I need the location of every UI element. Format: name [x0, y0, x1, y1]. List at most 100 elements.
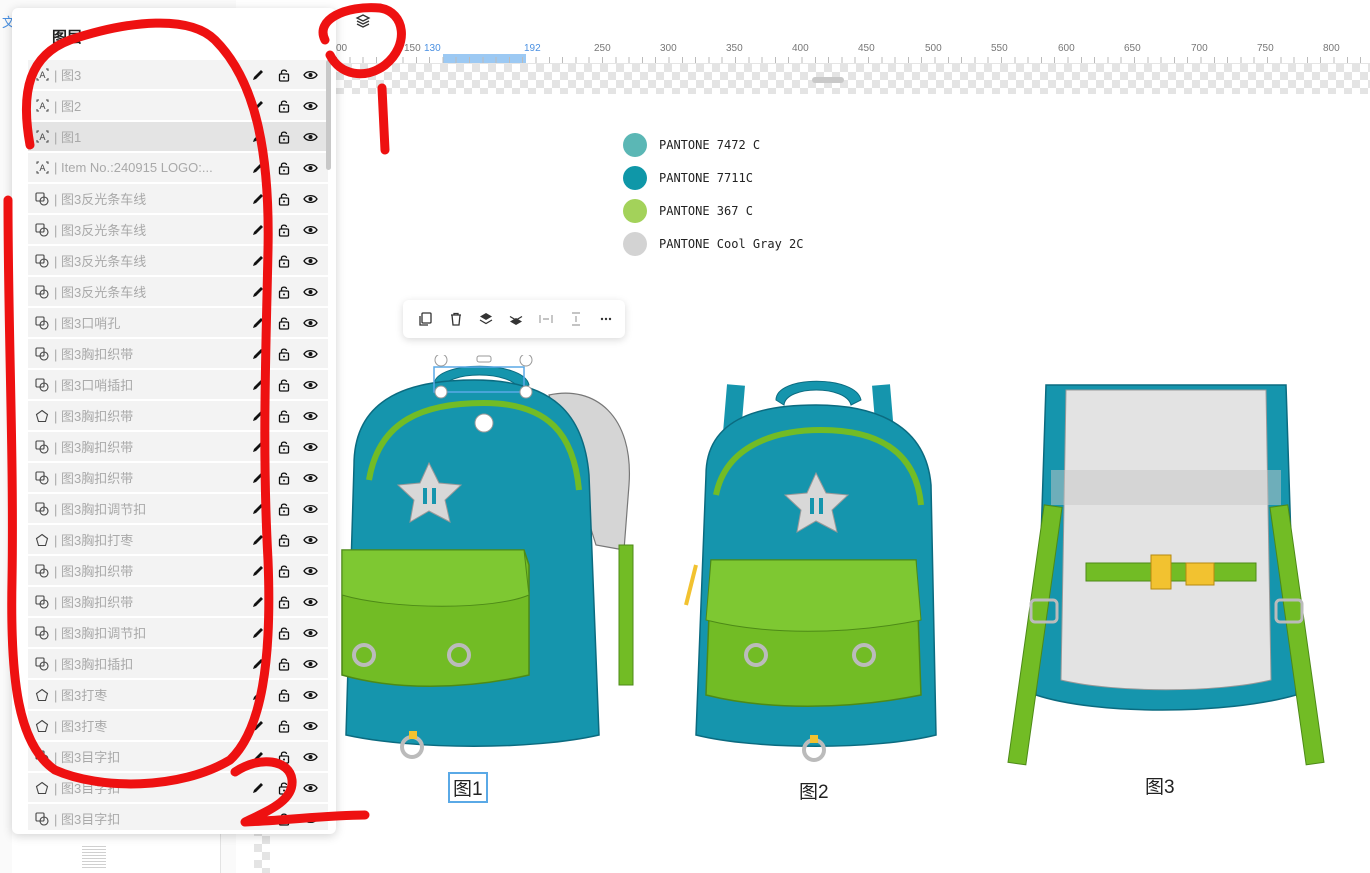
lock-icon[interactable]	[276, 284, 292, 300]
edit-icon[interactable]	[250, 346, 266, 362]
lock-icon[interactable]	[276, 98, 292, 114]
layer-row[interactable]: A | 图3	[28, 60, 328, 91]
layer-row[interactable]: A | 图2	[28, 91, 328, 122]
lock-icon[interactable]	[276, 408, 292, 424]
lock-icon[interactable]	[276, 160, 292, 176]
visibility-icon[interactable]	[302, 253, 318, 269]
layer-row[interactable]: | 图3胸扣调节扣	[28, 494, 328, 525]
caption-figure-2[interactable]: 图2	[799, 777, 829, 804]
layer-row[interactable]: | 图3目字扣	[28, 773, 328, 804]
visibility-icon[interactable]	[302, 811, 318, 827]
layer-row[interactable]: | 图3口哨插扣	[28, 370, 328, 401]
edit-icon[interactable]	[250, 67, 266, 83]
lock-icon[interactable]	[276, 470, 292, 486]
edit-icon[interactable]	[250, 749, 266, 765]
lock-icon[interactable]	[276, 346, 292, 362]
edit-icon[interactable]	[250, 98, 266, 114]
design-canvas[interactable]: 00 150 130 192 250 300 350 400 450 500 550 600 650 70…	[236, 0, 1370, 873]
visibility-icon[interactable]	[302, 98, 318, 114]
lock-icon[interactable]	[276, 377, 292, 393]
edit-icon[interactable]	[250, 501, 266, 517]
layer-row[interactable]: | 图3胸扣织带	[28, 339, 328, 370]
visibility-icon[interactable]	[302, 191, 318, 207]
lock-icon[interactable]	[276, 780, 292, 796]
duplicate-icon[interactable]	[411, 304, 441, 334]
edit-icon[interactable]	[250, 687, 266, 703]
lock-icon[interactable]	[276, 315, 292, 331]
layer-row[interactable]: | 图3打枣	[28, 680, 328, 711]
more-options-icon[interactable]	[591, 304, 621, 334]
pantone-legend[interactable]: PANTONE 7472 C PANTONE 7711C PANTONE 367 C…	[623, 128, 804, 260]
lock-icon[interactable]	[276, 222, 292, 238]
visibility-icon[interactable]	[302, 222, 318, 238]
bring-forward-icon[interactable]	[471, 304, 501, 334]
pantone-swatch-item[interactable]: PANTONE Cool Gray 2C	[623, 227, 804, 260]
lock-icon[interactable]	[276, 687, 292, 703]
visibility-icon[interactable]	[302, 656, 318, 672]
layer-row[interactable]: | 图3胸扣织带	[28, 556, 328, 587]
edit-icon[interactable]	[250, 160, 266, 176]
layer-row[interactable]: | 图3反光条车线	[28, 277, 328, 308]
visibility-icon[interactable]	[302, 563, 318, 579]
layer-row[interactable]: | 图3胸扣织带	[28, 463, 328, 494]
visibility-icon[interactable]	[302, 780, 318, 796]
caption-figure-1[interactable]: 图1	[448, 772, 488, 803]
edit-icon[interactable]	[250, 780, 266, 796]
visibility-icon[interactable]	[302, 532, 318, 548]
edit-icon[interactable]	[250, 718, 266, 734]
layer-row[interactable]: | 图3胸扣打枣	[28, 525, 328, 556]
layer-row[interactable]: | 图3目字扣	[28, 804, 328, 830]
lock-icon[interactable]	[276, 718, 292, 734]
visibility-icon[interactable]	[302, 346, 318, 362]
layer-row[interactable]: A | 图1	[28, 122, 328, 153]
visibility-icon[interactable]	[302, 129, 318, 145]
layer-row[interactable]: | 图3反光条车线	[28, 246, 328, 277]
layer-row[interactable]: | 图3反光条车线	[28, 184, 328, 215]
pantone-swatch-item[interactable]: PANTONE 367 C	[623, 194, 804, 227]
lock-icon[interactable]	[276, 67, 292, 83]
lock-icon[interactable]	[276, 656, 292, 672]
visibility-icon[interactable]	[302, 67, 318, 83]
edit-icon[interactable]	[250, 377, 266, 393]
distribute-horizontal-icon[interactable]	[531, 304, 561, 334]
layers-list[interactable]: A | 图3 A | 图2 A | 图1 A | Item No.:240915 LOGO:.…	[28, 60, 328, 830]
lock-icon[interactable]	[276, 439, 292, 455]
layer-row[interactable]: | 图3胸扣调节扣	[28, 618, 328, 649]
lock-icon[interactable]	[276, 625, 292, 641]
lock-icon[interactable]	[276, 532, 292, 548]
lock-icon[interactable]	[276, 501, 292, 517]
layer-row[interactable]: | 图3胸扣织带	[28, 432, 328, 463]
pantone-swatch-item[interactable]: PANTONE 7711C	[623, 161, 804, 194]
lock-icon[interactable]	[276, 749, 292, 765]
edit-icon[interactable]	[250, 408, 266, 424]
visibility-icon[interactable]	[302, 377, 318, 393]
edit-icon[interactable]	[250, 222, 266, 238]
visibility-icon[interactable]	[302, 687, 318, 703]
layer-row[interactable]: | 图3打枣	[28, 711, 328, 742]
horizontal-ruler[interactable]: 00 150 130 192 250 300 350 400 450 500 550 600 650 70…	[336, 40, 1370, 64]
backpack-front-angled[interactable]	[334, 355, 646, 765]
distribute-vertical-icon[interactable]	[561, 304, 591, 334]
edit-icon[interactable]	[250, 470, 266, 486]
horizontal-scrollbar[interactable]	[812, 77, 844, 83]
lock-icon[interactable]	[276, 563, 292, 579]
layer-row[interactable]: | 图3胸扣织带	[28, 587, 328, 618]
layer-row[interactable]: | 图3胸扣织带	[28, 401, 328, 432]
layer-row[interactable]: A | Item No.:240915 LOGO:...	[28, 153, 328, 184]
layer-row[interactable]: | 图3目字扣	[28, 742, 328, 773]
lock-icon[interactable]	[276, 191, 292, 207]
edit-icon[interactable]	[250, 656, 266, 672]
edit-icon[interactable]	[250, 315, 266, 331]
visibility-icon[interactable]	[302, 749, 318, 765]
edit-icon[interactable]	[250, 594, 266, 610]
edit-icon[interactable]	[250, 253, 266, 269]
backpack-front[interactable]	[676, 365, 966, 765]
edit-icon[interactable]	[250, 532, 266, 548]
visibility-icon[interactable]	[302, 625, 318, 641]
delete-icon[interactable]	[441, 304, 471, 334]
layer-row[interactable]: | 图3胸扣插扣	[28, 649, 328, 680]
edit-icon[interactable]	[250, 563, 266, 579]
visibility-icon[interactable]	[302, 501, 318, 517]
layer-row[interactable]: | 图3反光条车线	[28, 215, 328, 246]
visibility-icon[interactable]	[302, 470, 318, 486]
